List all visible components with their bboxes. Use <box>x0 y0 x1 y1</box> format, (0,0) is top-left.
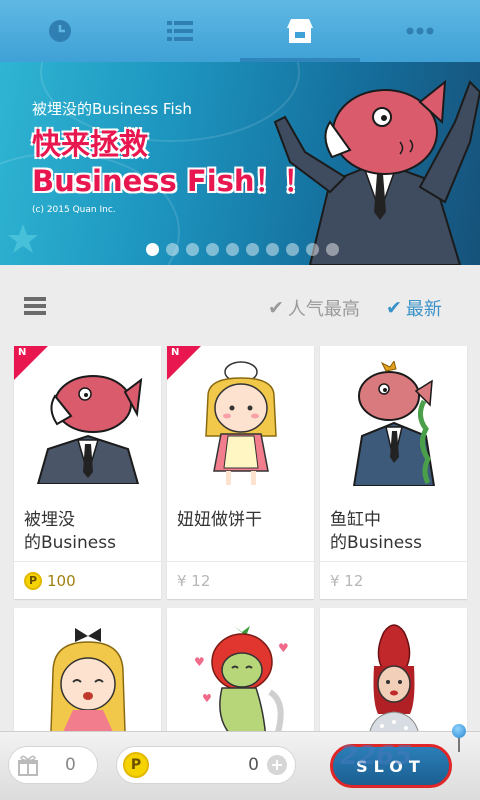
redhair-diva-art <box>366 624 421 742</box>
pager-dot[interactable] <box>246 243 259 256</box>
sort-newest[interactable]: ✔ 最新 <box>386 295 442 321</box>
promo-banner[interactable]: 被埋没的Business Fish 快来拯救 Business Fish！！ (… <box>0 62 480 265</box>
sticker-card[interactable]: N 妞妞做饼干 ¥ 12 <box>167 346 314 599</box>
sticker-price: P 100 <box>14 562 161 599</box>
fish-businessman-art <box>36 374 142 484</box>
banner-pager <box>146 243 339 256</box>
sticker-card[interactable]: 鱼缸中 的Business ¥ 12 <box>320 346 467 599</box>
tab-recent[interactable] <box>0 0 120 62</box>
top-tab-bar <box>0 0 480 62</box>
sticker-name: 被埋没 的Business <box>24 510 116 553</box>
banner-subtitle: 被埋没的Business Fish <box>32 100 192 118</box>
tab-list[interactable] <box>120 0 240 62</box>
pager-dot[interactable] <box>286 243 299 256</box>
sticker-name: 妞妞做饼干 <box>177 510 262 530</box>
price-value: 100 <box>47 571 76 590</box>
check-icon: ✔ <box>268 297 284 319</box>
menu-icon[interactable] <box>24 297 46 315</box>
gift-icon <box>18 755 38 776</box>
pager-dot[interactable] <box>326 243 339 256</box>
pager-dot[interactable] <box>206 243 219 256</box>
tab-store[interactable] <box>240 0 360 62</box>
pin-icon-stick <box>458 736 460 752</box>
pager-dot[interactable] <box>266 243 279 256</box>
bow-girl-art <box>49 628 126 733</box>
gift-counter[interactable]: 0 <box>8 746 98 784</box>
pin-icon <box>452 724 466 738</box>
add-points-icon[interactable]: + <box>267 755 287 775</box>
sort-popular-label: 人气最高 <box>287 299 360 320</box>
sort-popular[interactable]: ✔ 人气最高 <box>268 295 360 321</box>
svg-text:♥: ♥ <box>202 692 212 705</box>
pager-dot[interactable] <box>226 243 239 256</box>
svg-text:♥: ♥ <box>194 655 205 669</box>
new-badge-label: N <box>171 347 180 358</box>
pager-dot[interactable] <box>166 243 179 256</box>
points-balance[interactable]: P 0 + <box>116 746 296 784</box>
svg-text:♥: ♥ <box>278 641 289 655</box>
pager-dot[interactable] <box>146 243 159 256</box>
points-count: 0 <box>248 755 259 775</box>
more-icon <box>406 27 434 35</box>
sticker-name: 鱼缸中 的Business <box>330 510 422 553</box>
fish-businessman-illustration <box>273 79 480 265</box>
list-icon <box>167 21 193 41</box>
pager-dot[interactable] <box>306 243 319 256</box>
sticker-grid: N 被埋没 的Business P 100 N 妞妞做饼干 ¥ 12 鱼缸中 的… <box>14 346 467 758</box>
gift-count: 0 <box>65 755 76 775</box>
fish-suit-seaweed-art <box>352 361 435 486</box>
tab-more[interactable] <box>360 0 480 62</box>
filter-bar: ✔ 人气最高 ✔ 最新 <box>0 265 480 345</box>
tomato-hood-art: ♥ ♥ ♥ <box>194 626 289 741</box>
pager-dot[interactable] <box>186 243 199 256</box>
sticker-price: ¥ 12 <box>167 562 314 599</box>
new-badge-label: N <box>18 347 27 358</box>
watermark: 2265 <box>340 741 413 771</box>
sticker-price: ¥ 12 <box>320 562 467 599</box>
sticker-card[interactable]: N 被埋没 的Business P 100 <box>14 346 161 599</box>
baker-girl-art <box>204 361 277 485</box>
shop-icon <box>287 19 313 43</box>
starfish-icon <box>8 224 38 253</box>
sort-newest-label: 最新 <box>405 299 442 320</box>
coin-icon: P <box>123 752 149 778</box>
price-value: ¥ 12 <box>330 571 364 590</box>
check-icon: ✔ <box>386 297 402 319</box>
clock-icon <box>49 20 71 42</box>
banner-copyright: (c) 2015 Quan Inc. <box>32 205 116 215</box>
sticker-thumbnail <box>320 346 467 501</box>
price-value: ¥ 12 <box>177 571 211 590</box>
coin-icon: P <box>24 571 42 590</box>
